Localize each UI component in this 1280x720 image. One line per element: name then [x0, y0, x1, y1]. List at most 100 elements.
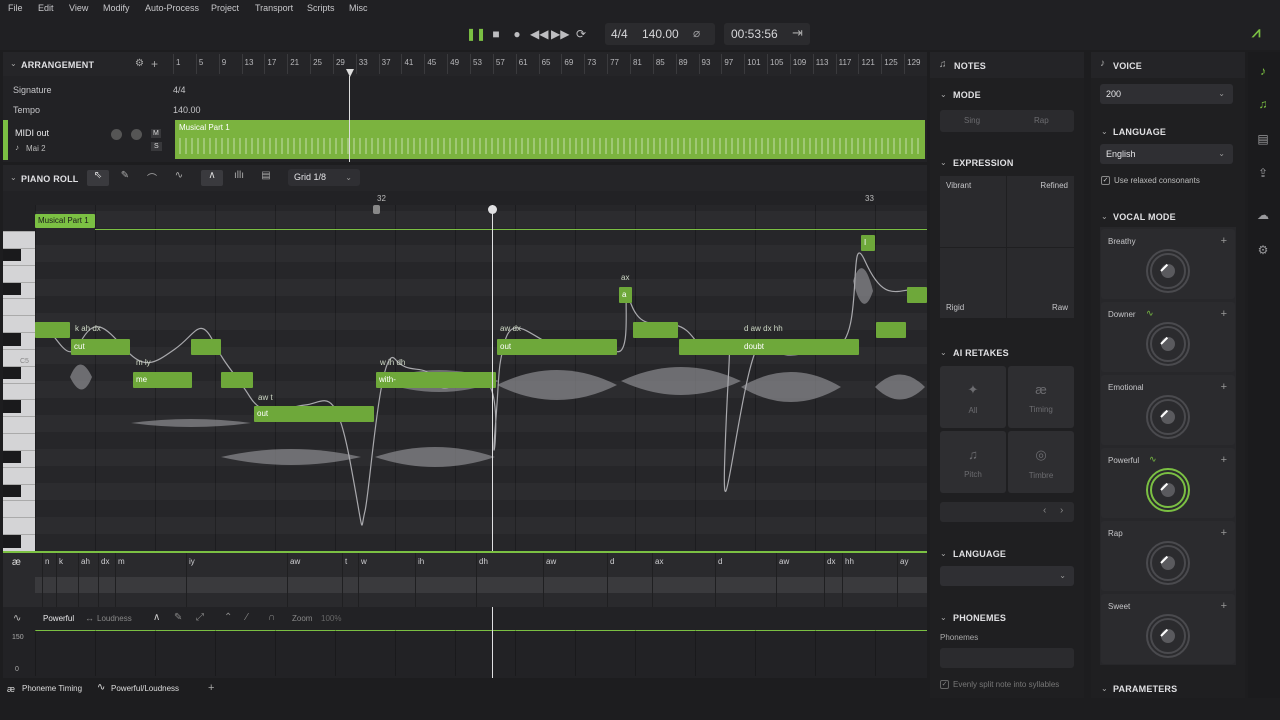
expression-pad[interactable]: Vibrant Refined Rigid Raw: [940, 176, 1074, 318]
menu-scripts[interactable]: Scripts: [307, 3, 335, 13]
language-select[interactable]: English ⌄: [1100, 144, 1233, 164]
part-tag[interactable]: Musical Part 1: [35, 214, 95, 228]
note[interactable]: with-: [376, 372, 496, 388]
add-icon[interactable]: +: [1221, 308, 1227, 320]
tempo-track-value[interactable]: 140.00: [173, 105, 201, 115]
split-checkbox[interactable]: ✓: [940, 680, 949, 689]
settings-icon[interactable]: ⚙: [135, 58, 144, 69]
bar-ruler[interactable]: 1 5 9 13 17 21 25 29 33 37 41 45 49 53 57 61 65 69 73 77 81 8…: [173, 54, 927, 74]
track-voice[interactable]: Mai 2: [26, 144, 46, 153]
note[interactable]: [191, 339, 221, 355]
document-tab-icon[interactable]: ▤: [1255, 132, 1271, 148]
phoneme-divider[interactable]: [98, 553, 99, 607]
phoneme-divider[interactable]: [186, 553, 187, 607]
phoneme-label[interactable]: ih: [418, 557, 424, 566]
cloud-tab-icon[interactable]: ☁: [1255, 208, 1271, 224]
retake-timing-button[interactable]: æ Timing: [1008, 366, 1074, 428]
phoneme-label[interactable]: t: [345, 557, 347, 566]
phoneme-label[interactable]: ax: [655, 557, 663, 566]
phoneme-divider[interactable]: [42, 553, 43, 607]
phoneme-divider[interactable]: [715, 553, 716, 607]
tab-phoneme-timing[interactable]: Phoneme Timing: [22, 684, 82, 693]
swap-icon[interactable]: ↔: [85, 613, 94, 623]
phoneme-divider[interactable]: [652, 553, 653, 607]
note[interactable]: [876, 322, 906, 338]
note[interactable]: doubt: [679, 339, 859, 355]
phoneme-label[interactable]: ay: [900, 557, 908, 566]
pencil-tool-icon[interactable]: ✎: [114, 170, 136, 186]
phoneme-label[interactable]: w: [361, 557, 367, 566]
note[interactable]: out: [254, 406, 374, 422]
note[interactable]: out: [497, 339, 617, 355]
phoneme-divider[interactable]: [415, 553, 416, 607]
grid-select[interactable]: Grid 1/8 ⌄: [288, 169, 360, 186]
black-key[interactable]: [3, 281, 21, 295]
phoneme-label[interactable]: hh: [845, 557, 854, 566]
piano-keyboard[interactable]: [3, 231, 35, 551]
phoneme-label[interactable]: ah: [81, 557, 90, 566]
tempo-value[interactable]: 140.00: [642, 27, 679, 41]
phoneme-lane[interactable]: æ n k ah dx m iy aw t w ih dh aw d ax d aw dx hh ay: [3, 553, 927, 607]
time-signature[interactable]: 4/4: [611, 27, 628, 41]
phoneme-divider[interactable]: [56, 553, 57, 607]
collapse-icon[interactable]: ⌄: [940, 549, 947, 558]
phoneme-label[interactable]: n: [45, 557, 49, 566]
phoneme-label[interactable]: m: [118, 557, 125, 566]
black-key[interactable]: [3, 483, 21, 498]
draw-pitch-icon[interactable]: ∿: [168, 170, 190, 186]
export-tab-icon[interactable]: ⇪: [1255, 166, 1271, 182]
add-icon[interactable]: +: [1221, 235, 1227, 247]
phoneme-divider[interactable]: [476, 553, 477, 607]
collapse-icon[interactable]: ⌄: [1101, 684, 1108, 693]
curve-tool-icon[interactable]: ∧: [153, 612, 160, 623]
menu-view[interactable]: View: [69, 3, 88, 13]
add-icon[interactable]: +: [1221, 600, 1227, 612]
phoneme-label[interactable]: k: [59, 557, 63, 566]
waveform-toggle-icon[interactable]: ıllı: [228, 170, 250, 186]
voice-select[interactable]: 200 ⌄: [1100, 84, 1233, 104]
line-tool-icon[interactable]: ⤢: [196, 612, 204, 623]
notes-tab-icon[interactable]: ♫: [1255, 97, 1271, 113]
select-tool-icon[interactable]: ⇖: [87, 170, 109, 186]
phoneme-divider[interactable]: [842, 553, 843, 607]
mute-button[interactable]: M: [151, 129, 161, 138]
record-icon[interactable]: ●: [509, 25, 525, 43]
loop-icon[interactable]: ⟳: [572, 25, 590, 43]
phoneme-label[interactable]: aw: [546, 557, 556, 566]
musical-part-clip[interactable]: Musical Part 1: [175, 120, 925, 159]
stop-icon[interactable]: ■: [488, 25, 504, 43]
solo-button[interactable]: S: [151, 142, 162, 151]
phoneme-divider[interactable]: [358, 553, 359, 607]
metronome-icon[interactable]: ⌀: [693, 26, 700, 40]
menu-project[interactable]: Project: [211, 3, 239, 13]
black-key[interactable]: [3, 449, 21, 464]
note[interactable]: [633, 322, 678, 338]
voice-tab-icon[interactable]: ♪: [1255, 64, 1271, 80]
tab-powerful-loudness[interactable]: Powerful/Loudness: [111, 684, 179, 693]
menu-file[interactable]: File: [8, 3, 23, 13]
note[interactable]: [221, 372, 253, 388]
powerful-knob[interactable]: [1146, 468, 1190, 512]
next-icon[interactable]: ›: [1060, 505, 1063, 516]
breathy-knob[interactable]: [1146, 249, 1190, 293]
phoneme-divider[interactable]: [607, 553, 608, 607]
note[interactable]: a: [619, 287, 632, 303]
collapse-icon[interactable]: ⌄: [940, 348, 947, 357]
add-track-icon[interactable]: +: [151, 57, 158, 71]
signature-value[interactable]: 4/4: [173, 85, 186, 95]
relaxed-checkbox[interactable]: ✓: [1101, 176, 1110, 185]
loop-marker-icon[interactable]: [373, 205, 380, 214]
note[interactable]: [907, 287, 927, 303]
note[interactable]: I: [861, 235, 875, 251]
pitch-curve-toggle-icon[interactable]: ∧: [201, 170, 223, 186]
slash-icon[interactable]: ⁄: [246, 612, 248, 623]
volume-knob[interactable]: [111, 129, 122, 140]
menu-auto-process[interactable]: Auto-Process: [145, 3, 199, 13]
lyrics-toggle-icon[interactable]: ▤: [255, 170, 277, 186]
time-box[interactable]: 00:53:56 ⇥: [724, 23, 810, 45]
collapse-icon[interactable]: ⌄: [10, 59, 17, 68]
phoneme-divider[interactable]: [115, 553, 116, 607]
pencil-icon[interactable]: ✎: [174, 612, 182, 623]
jump-end-icon[interactable]: ⇥: [792, 25, 803, 41]
settings-tab-icon[interactable]: ⚙: [1255, 243, 1271, 259]
